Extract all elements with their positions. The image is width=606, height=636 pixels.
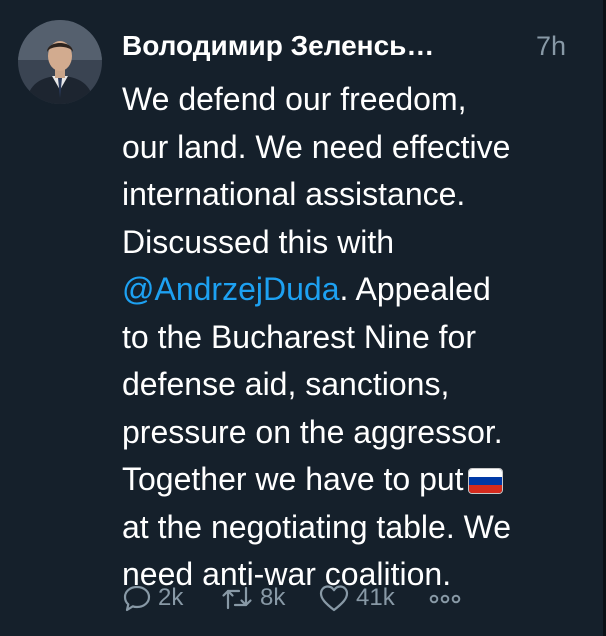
- tweet-actions: 2k 8k 41k: [122, 578, 592, 618]
- more-icon: [429, 594, 461, 604]
- mention-link[interactable]: @AndrzejDuda: [122, 271, 339, 307]
- tweet-text-line: We defend our freedom,: [122, 81, 467, 117]
- reply-icon: [123, 585, 151, 612]
- tweet-text-line: Together we have to put: [122, 456, 592, 504]
- tweet-text-line: Discussed this with: [122, 223, 395, 260]
- retweet-button[interactable]: 8k: [220, 578, 285, 618]
- tweet-text-line: defense aid, sanctions,: [122, 366, 450, 402]
- retweet-count: 8k: [260, 584, 286, 611]
- tweet-text-line: international assistance.: [122, 176, 466, 212]
- russia-flag-emoji: [467, 468, 503, 494]
- like-count: 41k: [356, 584, 395, 611]
- reply-button[interactable]: 2k: [122, 578, 183, 618]
- tweet-text-line: at the negotiating table. We: [122, 508, 512, 545]
- tweet-timestamp[interactable]: 7h: [536, 26, 566, 66]
- tweet-text-line: our land. We need effective: [122, 128, 511, 165]
- tweet-card[interactable]: Володимир Зеленсь… 7h We defend our free…: [0, 0, 603, 636]
- avatar-image: [18, 20, 102, 104]
- tweet-text-line: to the Bucharest Nine for: [122, 318, 476, 355]
- tweet-text-line: @AndrzejDuda. Appealed: [122, 266, 592, 314]
- tweet-text-fragment: Together we have to put: [122, 461, 464, 497]
- tweet-text: We defend our freedom, our land. We need…: [122, 76, 592, 599]
- like-button[interactable]: 41k: [318, 578, 395, 618]
- tweet-text-line: pressure on the aggressor.: [122, 413, 503, 450]
- more-options-button[interactable]: [428, 578, 462, 618]
- tweet-header: Володимир Зеленсь… 7h: [122, 26, 582, 66]
- heart-icon: [319, 585, 349, 612]
- reply-count: 2k: [158, 584, 184, 611]
- retweet-icon: [222, 586, 252, 610]
- author-name[interactable]: Володимир Зеленсь…: [122, 26, 434, 66]
- avatar[interactable]: [18, 20, 102, 104]
- tweet-text-fragment: . Appealed: [339, 271, 491, 307]
